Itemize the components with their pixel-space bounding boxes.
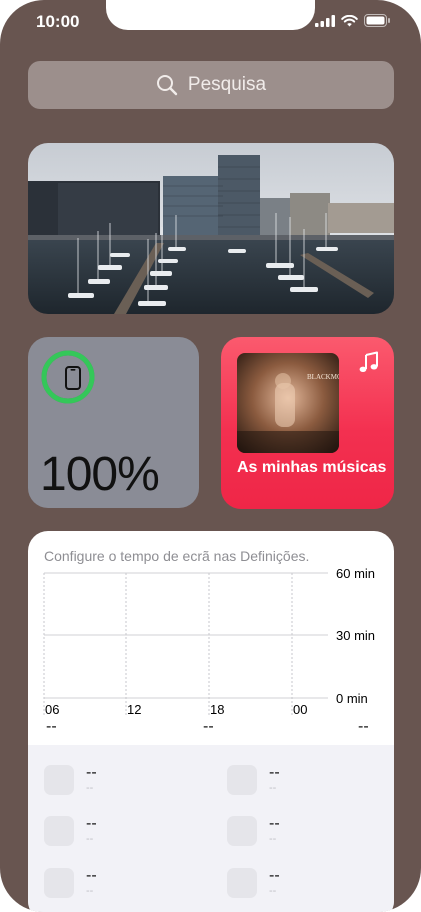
app-name: -- xyxy=(86,764,97,781)
y-tick-30: 30 min xyxy=(336,628,375,643)
battery-widget[interactable]: 100% xyxy=(28,337,199,508)
app-icon-placeholder xyxy=(44,816,74,846)
album-text: BLACKMORE xyxy=(307,373,339,381)
screen-time-chart: 60 min 30 min 0 min 06 12 18 00 xyxy=(43,566,375,717)
app-time: -- xyxy=(86,782,94,794)
search-label: Pesquisa xyxy=(187,74,267,95)
app-name: -- xyxy=(86,815,97,832)
battery-icon xyxy=(364,14,390,27)
y-tick-0: 0 min xyxy=(336,691,368,706)
album-artwork[interactable]: BLACKMORE xyxy=(237,353,339,453)
app-time: -- xyxy=(269,782,277,794)
y-tick-60: 60 min xyxy=(336,566,375,581)
app-icon-placeholder xyxy=(227,816,257,846)
app-name: -- xyxy=(269,815,280,832)
x-tick-06: 06 xyxy=(45,702,59,717)
app-name: -- xyxy=(269,764,280,781)
phone-frame: 10:00 Pesquisa 100% BLACKM As minhas mús… xyxy=(0,0,421,912)
app-usage-item[interactable]: -- -- xyxy=(44,816,97,846)
battery-percentage: 100% xyxy=(40,448,160,501)
summary-value-3: -- xyxy=(358,718,369,735)
app-usage-item[interactable]: -- -- xyxy=(44,868,97,898)
screen-time-widget[interactable]: Configure o tempo de ecrã nas Definições… xyxy=(28,531,394,912)
photo-widget[interactable] xyxy=(28,143,394,314)
x-tick-00: 00 xyxy=(293,702,307,717)
x-tick-18: 18 xyxy=(210,702,224,717)
app-name: -- xyxy=(269,867,280,884)
status-icons xyxy=(315,14,391,27)
iphone-icon xyxy=(65,366,81,390)
app-time: -- xyxy=(86,885,94,897)
app-icon-placeholder xyxy=(227,765,257,795)
music-widget-title: As minhas músicas xyxy=(237,459,387,476)
app-usage-item[interactable]: -- -- xyxy=(227,765,280,795)
app-name: -- xyxy=(86,867,97,884)
summary-value-1: -- xyxy=(46,718,57,735)
harbor-photo xyxy=(28,143,394,314)
wifi-icon xyxy=(341,14,358,26)
app-usage-item[interactable]: -- -- xyxy=(44,765,97,795)
app-time: -- xyxy=(269,885,277,897)
summary-value-2: -- xyxy=(203,718,214,735)
notch xyxy=(106,0,315,30)
music-widget[interactable]: BLACKMORE As minhas músicas xyxy=(221,337,394,509)
app-time: -- xyxy=(86,833,94,845)
cellular-signal-icon xyxy=(315,14,335,27)
status-time: 10:00 xyxy=(36,12,80,31)
app-icon-placeholder xyxy=(44,868,74,898)
screen-time-app-list: -- -- -- -- -- -- -- -- -- -- -- -- xyxy=(28,745,394,912)
app-icon-placeholder xyxy=(227,868,257,898)
app-usage-item[interactable]: -- -- xyxy=(227,868,280,898)
music-note-icon xyxy=(359,351,378,372)
x-tick-12: 12 xyxy=(127,702,141,717)
search-icon xyxy=(156,75,178,96)
album-cover-image: BLACKMORE xyxy=(237,353,339,453)
search-bar[interactable]: Pesquisa xyxy=(28,61,394,109)
app-time: -- xyxy=(269,833,277,845)
app-usage-item[interactable]: -- -- xyxy=(227,816,280,846)
app-icon-placeholder xyxy=(44,765,74,795)
home-screen: 10:00 Pesquisa 100% BLACKM As minhas mús… xyxy=(0,0,421,912)
